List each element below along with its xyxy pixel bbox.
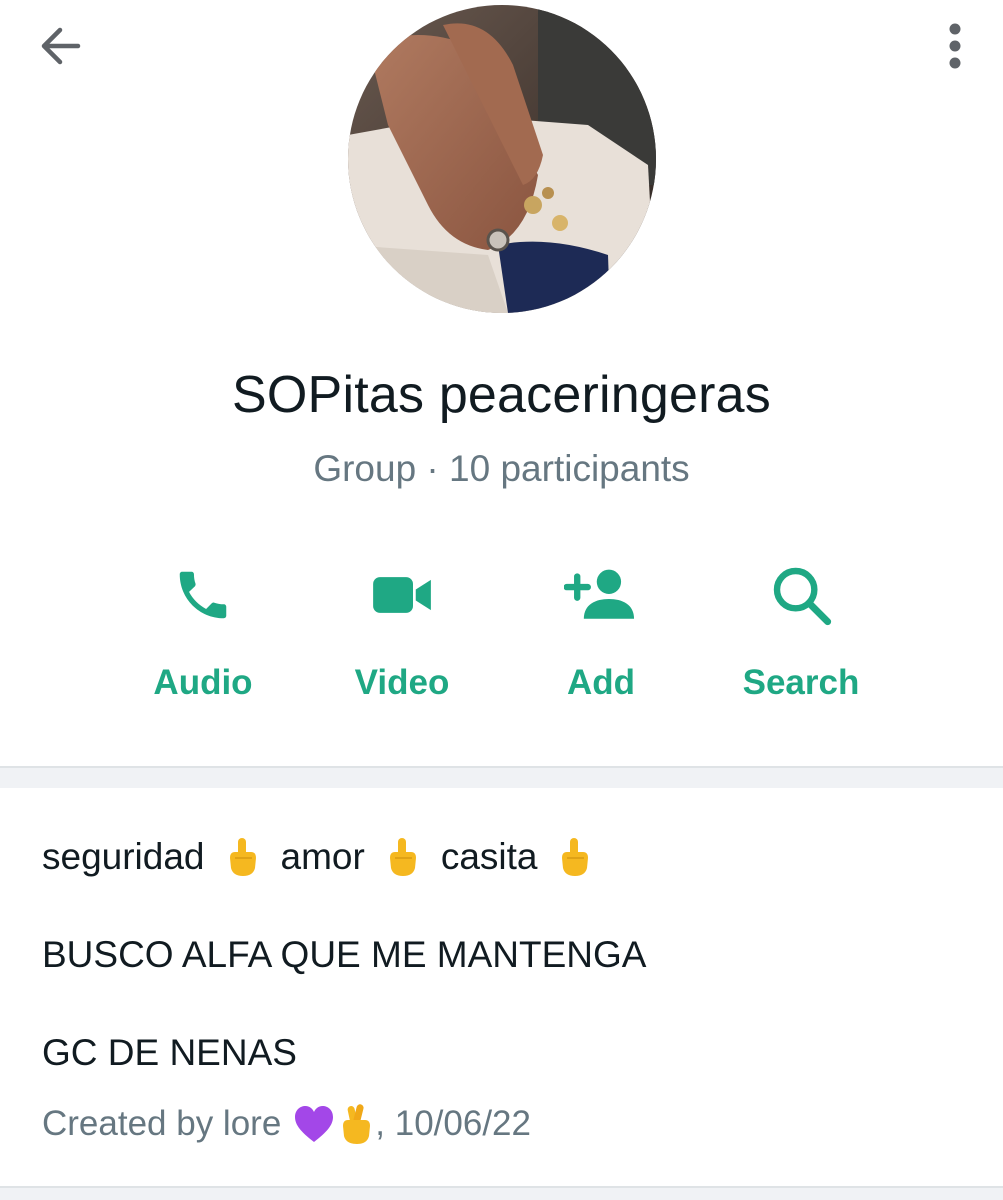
group-name[interactable]: SOPitas peaceringeras [0, 365, 1003, 425]
search-button[interactable]: Search [701, 555, 901, 715]
description-word-casita: casita [440, 836, 538, 877]
back-button[interactable] [30, 16, 90, 76]
crossed-fingers-emoji-icon [343, 1104, 371, 1144]
audio-call-button[interactable]: Audio [103, 555, 303, 715]
created-date-text: , 10/06/22 [375, 1104, 531, 1143]
quick-actions: Audio Video Add Search [0, 555, 1003, 715]
group-subtitle: Group · 10 participants [313, 448, 690, 489]
arrow-left-icon [41, 27, 81, 65]
description-word-amor: amor [280, 836, 365, 877]
section-divider [0, 766, 1003, 788]
phone-icon [179, 571, 227, 619]
video-camera-icon [373, 577, 431, 613]
add-participant-button[interactable]: Add [501, 555, 701, 715]
group-avatar[interactable] [348, 5, 656, 313]
search-label: Search [742, 663, 860, 702]
description-word-seguridad: seguridad [42, 836, 205, 877]
video-label: Video [354, 663, 450, 702]
bottom-divider [0, 1186, 1003, 1200]
add-label: Add [566, 663, 636, 702]
purple-heart-emoji-icon [295, 1106, 334, 1142]
description-line-1: seguridad amor casita [42, 836, 972, 934]
middle-finger-emoji-icon [389, 838, 416, 876]
middle-finger-emoji-icon [229, 838, 256, 876]
more-vertical-icon [949, 23, 961, 69]
description-line-2: BUSCO ALFA QUE ME MANTENGA [42, 934, 647, 975]
created-by-text: Created by lore [42, 1104, 282, 1143]
group-photo-image [348, 5, 656, 313]
audio-label: Audio [153, 663, 253, 702]
video-call-button[interactable]: Video [302, 555, 502, 715]
group-description[interactable]: seguridad amor casita BUSCO ALFA QUE ME … [42, 836, 972, 1130]
more-options-button[interactable] [935, 16, 975, 76]
add-person-icon [564, 569, 635, 619]
middle-finger-emoji-icon [562, 838, 589, 876]
created-by-info: Created by lore , 10/06/22 [42, 1102, 531, 1146]
group-info-screen: SOPitas peaceringeras Group · 10 partici… [0, 0, 1003, 1200]
search-icon [773, 567, 832, 626]
